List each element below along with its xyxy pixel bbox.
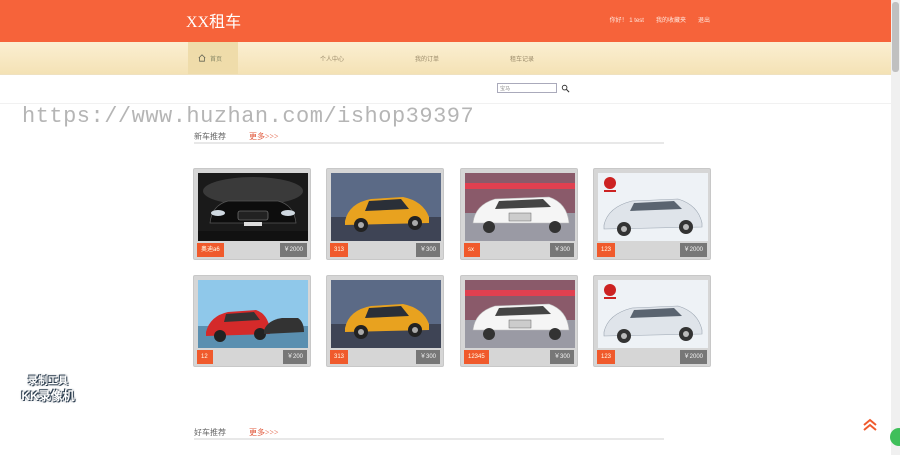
section-divider <box>194 142 664 144</box>
recorder-watermark: 录制工具 KK录像机 <box>16 372 80 404</box>
car-card[interactable]: 313 ￥300 <box>326 275 444 367</box>
car-photo[interactable] <box>198 173 308 241</box>
home-icon <box>198 54 206 62</box>
car-name-badge[interactable]: 12 <box>197 350 213 364</box>
car-price-tag: ￥2000 <box>679 350 707 364</box>
search-input[interactable] <box>497 83 557 93</box>
car-price-tag: ￥300 <box>415 350 440 364</box>
logout-link[interactable]: 退出 <box>698 15 710 24</box>
section-title-new-cars: 新车推荐 <box>194 132 226 141</box>
watermark-url: https://www.huzhan.com/ishop39397 <box>22 104 475 129</box>
car-price-tag: ￥200 <box>282 350 307 364</box>
recorder-line2: KK录像机 <box>21 389 75 403</box>
top-header-bar <box>0 0 891 42</box>
scrollbar-thumb[interactable] <box>892 2 899 72</box>
favorites-link[interactable]: 我的收藏夹 <box>656 15 686 24</box>
brand-logo[interactable]: XX租车 <box>186 8 241 32</box>
recorder-line1: 录制工具 <box>28 376 68 387</box>
car-price-tag: ￥300 <box>549 350 574 364</box>
search-row <box>0 75 891 104</box>
car-photo[interactable] <box>465 280 575 348</box>
search-icon[interactable] <box>561 84 570 93</box>
main-nav-bar <box>0 42 891 75</box>
car-photo[interactable] <box>331 280 441 348</box>
car-name-badge[interactable]: 313 <box>330 243 349 257</box>
car-photo[interactable] <box>331 173 441 241</box>
section-more-new-cars[interactable]: 更多>>> <box>249 131 279 142</box>
car-photo[interactable] <box>198 280 308 348</box>
section-divider <box>194 438 664 440</box>
nav-item-rental-history[interactable]: 租车记录 <box>510 54 534 63</box>
car-price-tag: ￥300 <box>415 243 440 257</box>
car-card[interactable]: 123 ￥2000 <box>593 275 711 367</box>
car-price-tag: ￥2000 <box>279 243 307 257</box>
car-photo[interactable] <box>598 280 708 348</box>
car-price-tag: ￥300 <box>549 243 574 257</box>
car-photo[interactable] <box>465 173 575 241</box>
nav-item-my-orders[interactable]: 我的订单 <box>415 54 439 63</box>
nav-home-tab[interactable]: 首页 <box>188 42 238 74</box>
section-more-good-cars[interactable]: 更多>>> <box>249 427 279 438</box>
nav-item-user-center[interactable]: 个人中心 <box>320 54 344 63</box>
car-name-badge[interactable]: 123 <box>597 243 616 257</box>
car-price-tag: ￥2000 <box>679 243 707 257</box>
car-card[interactable]: 123 ￥2000 <box>593 168 711 260</box>
car-photo[interactable] <box>598 173 708 241</box>
user-greeting-link[interactable]: 你好！ 1 test <box>610 15 644 24</box>
car-name-badge[interactable]: 12345 <box>464 350 489 364</box>
car-name-badge[interactable]: 123 <box>597 350 616 364</box>
top-links: 你好！ 1 test 我的收藏夹 退出 <box>610 15 710 24</box>
car-name-badge[interactable]: sx <box>464 243 480 257</box>
car-card[interactable]: sx ￥300 <box>460 168 578 260</box>
car-card[interactable]: 12345 ￥300 <box>460 275 578 367</box>
car-card[interactable]: 12 ￥200 <box>193 275 311 367</box>
nav-home-label: 首页 <box>210 56 223 63</box>
car-name-badge[interactable]: 奥迪a6 <box>197 243 224 257</box>
section-title-good-cars: 好车推荐 <box>194 428 226 437</box>
car-card[interactable]: 奥迪a6 ￥2000 <box>193 168 311 260</box>
car-card[interactable]: 313 ￥300 <box>326 168 444 260</box>
double-chevron-up-icon[interactable] <box>862 418 878 432</box>
car-name-badge[interactable]: 313 <box>330 350 349 364</box>
